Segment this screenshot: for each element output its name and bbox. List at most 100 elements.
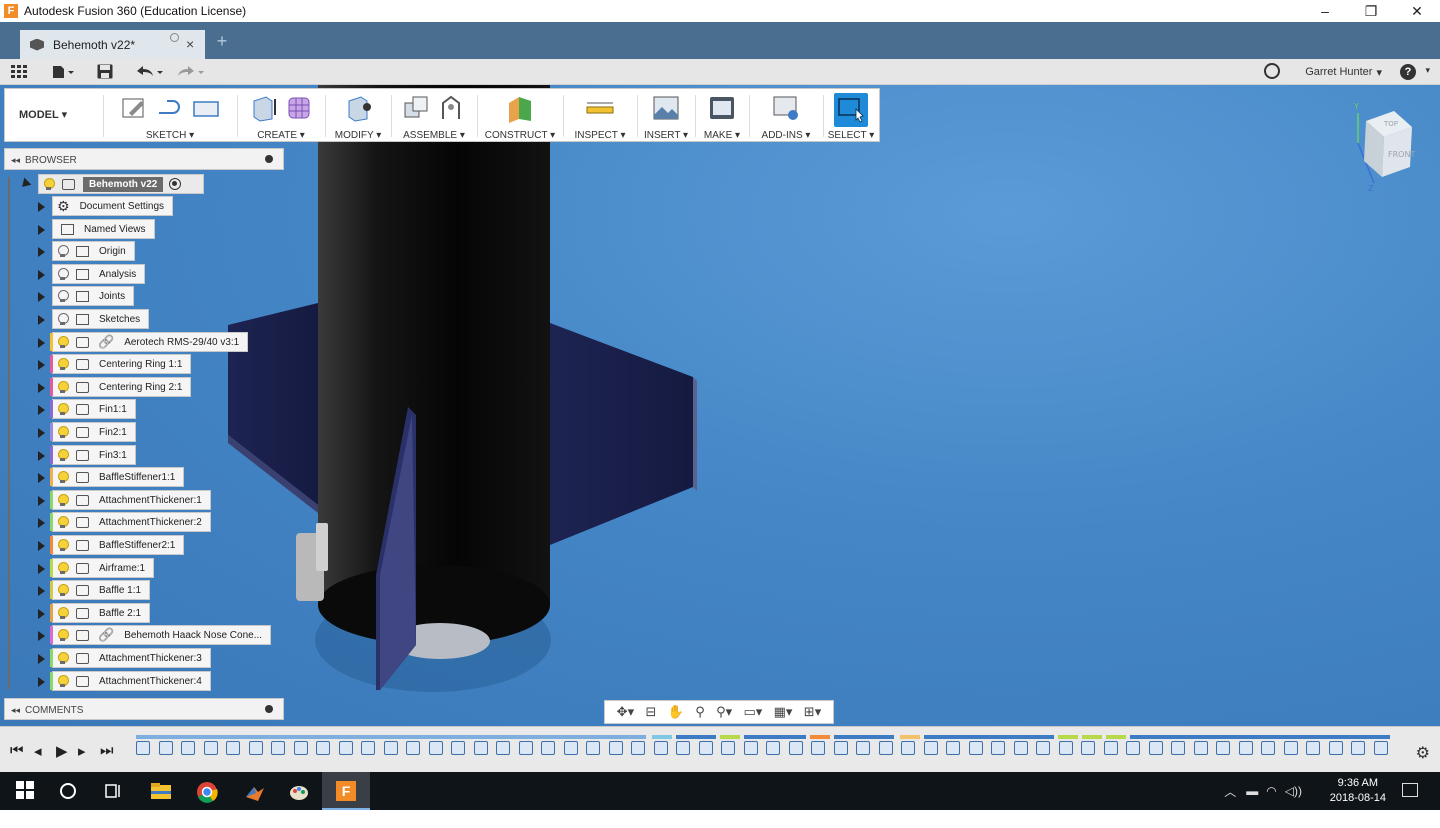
save-icon[interactable] <box>96 59 114 85</box>
visibility-bulb-icon[interactable] <box>57 583 69 597</box>
browser-tree-row[interactable]: Airframe:1 <box>0 558 300 578</box>
timeline-feature-icon[interactable] <box>811 741 825 755</box>
add-ins-menu-label[interactable]: ADD-INS ▾ <box>751 130 821 141</box>
comments-panel-header[interactable]: ◂◂ COMMENTS <box>4 698 284 720</box>
browser-node[interactable]: Fin1:1 <box>50 399 136 419</box>
create-group[interactable]: CREATE ▾ <box>239 89 323 143</box>
browser-node[interactable]: BaffleStiffener1:1 <box>50 467 185 487</box>
browser-tree-row[interactable]: Baffle 2:1 <box>0 603 300 623</box>
fit-icon[interactable]: ⚲▾ <box>716 704 732 720</box>
timeline-feature-icon[interactable] <box>833 741 848 755</box>
measure-icon[interactable] <box>585 93 615 123</box>
timeline-feature-icon[interactable] <box>788 741 803 755</box>
sketch-group[interactable]: SKETCH ▾ <box>105 89 235 143</box>
collapse-arrow-icon[interactable] <box>18 177 32 191</box>
browser-node[interactable]: AttachmentThickener:2 <box>50 512 211 532</box>
expand-arrow-icon[interactable] <box>38 586 45 596</box>
expand-arrow-icon[interactable] <box>38 654 45 664</box>
timeline-feature-icon[interactable] <box>271 741 285 755</box>
expand-arrow-icon[interactable] <box>38 677 45 687</box>
browser-node[interactable]: AttachmentThickener:1 <box>50 490 211 510</box>
visibility-bulb-icon[interactable] <box>57 448 69 462</box>
construct-menu-label[interactable]: CONSTRUCT ▾ <box>479 130 561 141</box>
browser-tree-row[interactable]: Fin2:1 <box>0 422 300 442</box>
tray-expand-icon[interactable]: ︿ <box>1224 783 1236 800</box>
browser-node[interactable]: Fin3:1 <box>50 445 136 465</box>
browser-node[interactable]: Analysis <box>52 264 146 284</box>
visibility-bulb-icon[interactable] <box>57 515 69 529</box>
browser-tree-row[interactable]: Origin <box>0 241 300 261</box>
timeline-feature-icon[interactable] <box>946 741 960 755</box>
timeline-feature-icon[interactable] <box>608 741 623 755</box>
expand-arrow-icon[interactable] <box>38 609 45 619</box>
browser-node[interactable]: Centering Ring 1:1 <box>50 354 192 374</box>
collapse-panel-icon[interactable]: ◂◂ <box>11 155 20 166</box>
timeline-feature-icon[interactable] <box>901 741 915 755</box>
timeline-feature-icon[interactable] <box>428 741 443 755</box>
offset-plane-icon[interactable] <box>505 93 535 123</box>
timeline-feature-icon[interactable] <box>1306 741 1320 755</box>
user-account-menu[interactable]: Garret Hunter ▾ <box>1305 59 1382 85</box>
insert-menu-label[interactable]: INSERT ▾ <box>639 130 693 141</box>
browser-tree-row[interactable]: BaffleStiffener1:1 <box>0 467 300 487</box>
timeline-feature-icon[interactable] <box>856 741 870 755</box>
browser-tree-row[interactable]: ⚙ Document Settings <box>0 196 300 216</box>
timeline-last-button[interactable]: ⏭ <box>100 742 114 759</box>
expand-arrow-icon[interactable] <box>38 428 45 438</box>
file-explorer-icon[interactable] <box>150 781 171 801</box>
workspace-switcher[interactable]: MODEL ▾ <box>19 108 67 121</box>
expand-arrow-icon[interactable] <box>38 496 45 506</box>
browser-pin-icon[interactable] <box>265 155 273 163</box>
browser-node[interactable]: AttachmentThickener:4 <box>50 671 211 691</box>
timeline-feature-icon[interactable] <box>653 741 668 755</box>
expand-arrow-icon[interactable] <box>38 631 45 641</box>
assemble-group[interactable]: ASSEMBLE ▾ <box>393 89 475 143</box>
expand-arrow-icon[interactable] <box>38 225 45 235</box>
rectangle-icon[interactable] <box>191 93 221 123</box>
chrome-icon[interactable] <box>196 781 218 803</box>
expand-arrow-icon[interactable] <box>38 338 45 348</box>
comments-add-icon[interactable] <box>265 705 273 713</box>
timeline-previous-button[interactable]: ◂ <box>34 742 42 760</box>
timeline-feature-icon[interactable] <box>586 741 600 755</box>
timeline-feature-icon[interactable] <box>1351 741 1365 755</box>
press-pull-icon[interactable] <box>343 93 373 123</box>
timeline-feature-icon[interactable] <box>991 741 1005 755</box>
extrude-icon[interactable] <box>248 93 278 123</box>
grid-settings-icon[interactable]: ▦▾ <box>774 704 793 720</box>
browser-tree-row[interactable]: Baffle 1:1 <box>0 580 300 600</box>
visibility-bulb-icon[interactable] <box>57 267 69 281</box>
task-view-icon[interactable] <box>104 781 124 801</box>
expand-arrow-icon[interactable] <box>38 360 45 370</box>
close-tab-icon[interactable]: × <box>186 36 194 52</box>
browser-node[interactable]: ⚙ Document Settings <box>52 196 174 216</box>
browser-node[interactable]: Origin <box>52 241 135 261</box>
browser-tree-row[interactable]: Sketches <box>0 309 300 329</box>
add-ins-group[interactable]: ADD-INS ▾ <box>751 89 821 143</box>
file-menu-icon[interactable] <box>50 59 76 85</box>
expand-arrow-icon[interactable] <box>38 564 45 574</box>
timeline-feature-icon[interactable] <box>1058 741 1073 755</box>
browser-tree-row[interactable]: Named Views <box>0 219 300 239</box>
visibility-bulb-icon[interactable] <box>57 493 69 507</box>
browser-node[interactable]: Centering Ring 2:1 <box>50 377 192 397</box>
browser-node[interactable]: Sketches <box>52 309 150 329</box>
expand-arrow-icon[interactable] <box>38 405 45 415</box>
fusion-360-taskbar-button[interactable]: F <box>322 772 370 810</box>
help-icon[interactable]: ? <box>1400 64 1416 80</box>
browser-tree-row[interactable]: Centering Ring 1:1 <box>0 354 300 374</box>
battery-icon[interactable]: ▬ <box>1246 784 1258 798</box>
zoom-icon[interactable]: ⚲ <box>695 704 705 720</box>
browser-tree-row[interactable]: AttachmentThickener:1 <box>0 490 300 510</box>
visibility-bulb-icon[interactable] <box>57 561 69 575</box>
timeline-feature-icon[interactable] <box>338 741 353 755</box>
select-icon[interactable] <box>834 93 868 127</box>
timeline-feature-icon[interactable] <box>1036 741 1050 755</box>
timeline-feature-icon[interactable] <box>923 741 938 755</box>
browser-node[interactable]: Baffle 2:1 <box>50 603 151 623</box>
line-icon[interactable] <box>155 93 185 123</box>
browser-node[interactable]: Airframe:1 <box>50 558 155 578</box>
timeline-feature-icon[interactable] <box>1261 741 1275 755</box>
construct-group[interactable]: CONSTRUCT ▾ <box>479 89 561 143</box>
visibility-bulb-icon[interactable] <box>57 312 69 326</box>
